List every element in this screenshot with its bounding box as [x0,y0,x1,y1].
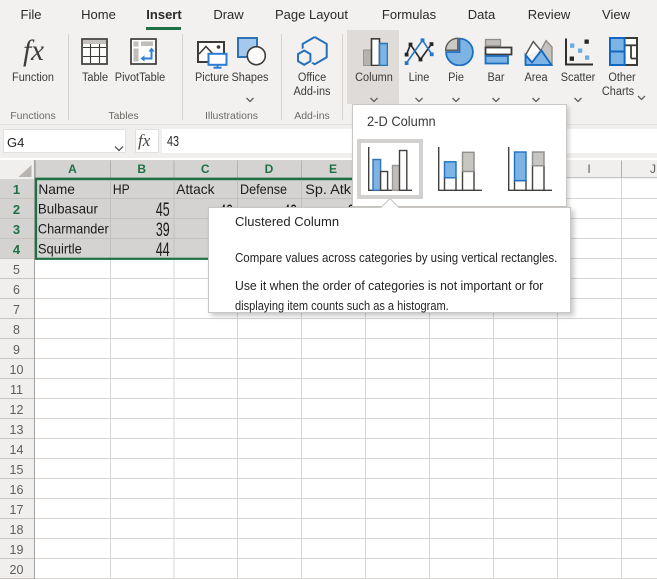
svg-text:B: B [137,162,146,176]
svg-text:44: 44 [156,239,170,261]
svg-text:J: J [650,162,656,176]
svg-text:A: A [68,162,77,176]
svg-text:7: 7 [13,303,20,317]
svg-text:20: 20 [10,563,24,577]
svg-text:1: 1 [13,182,20,197]
svg-text:Attack: Attack [176,182,214,197]
svg-text:fx: fx [23,35,44,67]
svg-text:2: 2 [13,202,20,217]
svg-text:13: 13 [10,423,24,437]
svg-text:Name: Name [38,182,75,197]
svg-text:8: 8 [13,323,20,337]
svg-text:D: D [265,162,274,176]
svg-text:45: 45 [156,199,170,221]
svg-text:Bulbasaur: Bulbasaur [38,201,98,216]
svg-text:11: 11 [10,383,23,397]
svg-text:3: 3 [13,222,20,237]
svg-text:4: 4 [13,242,21,257]
svg-text:16: 16 [10,483,24,497]
svg-text:9: 9 [13,343,20,357]
svg-text:17: 17 [10,503,24,517]
svg-text:14: 14 [10,443,24,457]
svg-text:18: 18 [10,523,24,537]
svg-text:HP: HP [113,182,130,197]
svg-text:15: 15 [10,463,24,477]
svg-text:Squirtle: Squirtle [38,241,82,256]
svg-text:6: 6 [13,283,20,297]
svg-text:Sp. Atk: Sp. Atk [305,182,351,197]
svg-text:19: 19 [10,543,24,557]
svg-text:Defense: Defense [240,182,287,197]
svg-text:C: C [201,162,210,176]
svg-text:Charmander: Charmander [38,221,109,236]
svg-text:I: I [587,162,590,176]
svg-text:5: 5 [13,263,20,277]
svg-text:39: 39 [156,219,170,241]
svg-text:10: 10 [10,363,24,377]
svg-text:12: 12 [10,403,24,417]
svg-text:E: E [329,162,337,176]
